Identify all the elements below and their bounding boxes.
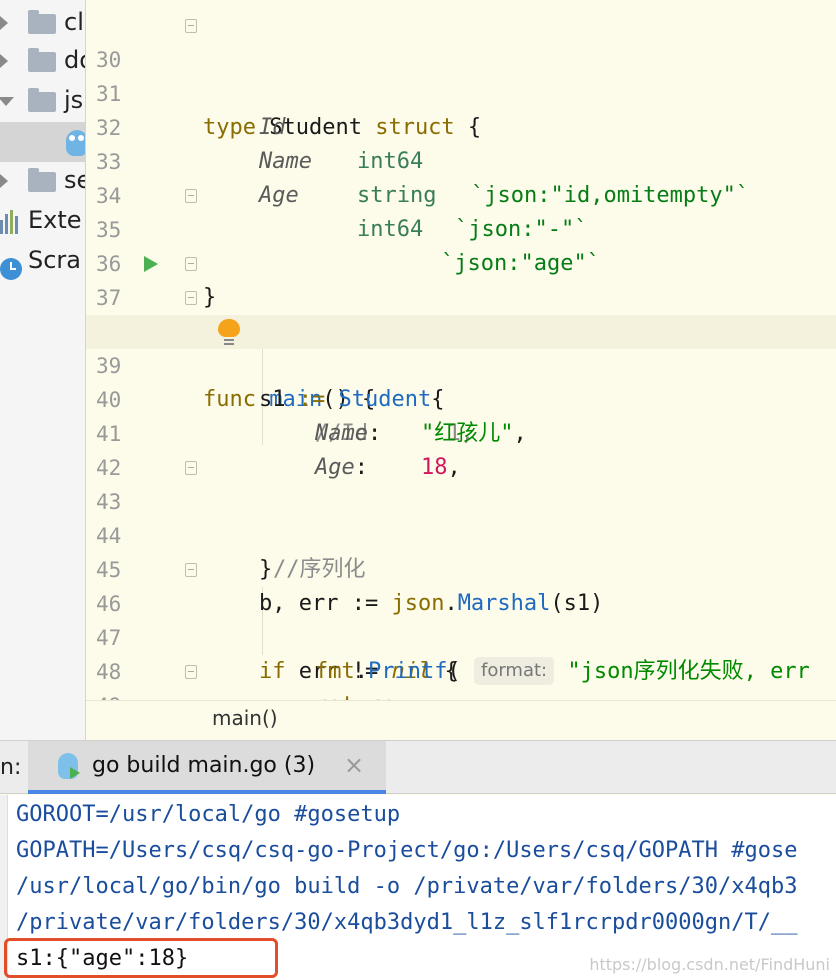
run-tab-title: go build main.go (3) [92, 753, 316, 778]
output-highlight-box [4, 938, 278, 978]
tree-item-label: cl [64, 8, 84, 36]
code-line-31[interactable]: 31 Id int64 `json:"id,omitempty"` [86, 43, 836, 208]
watermark: https://blog.csdn.net/FindHuni [589, 955, 830, 974]
code-line-32[interactable]: 32 Name string `json:"-"` [86, 77, 836, 242]
code-line-40[interactable]: 40 Name: "红孩儿", [86, 349, 836, 446]
close-icon[interactable]: × [344, 751, 364, 779]
tree-item-main-file[interactable] [0, 122, 85, 162]
tree-item-label: Exte [28, 206, 82, 234]
console-line: /usr/local/go/bin/go build -o /private/v… [16, 874, 798, 899]
collapse-arrow-icon[interactable] [0, 97, 14, 106]
code-line-38[interactable]: 38 s1 := Student{ [86, 281, 836, 412]
breadcrumb[interactable]: main() [212, 706, 278, 730]
run-tool-window-header: n: go build main.go (3) × [0, 740, 836, 794]
expand-arrow-icon[interactable] [0, 16, 8, 30]
lightbulb-icon[interactable] [218, 319, 240, 345]
tree-item-folder-2[interactable]: do [0, 42, 85, 82]
code-line-34[interactable]: 34 [86, 145, 836, 208]
code-line-35[interactable]: 35 } [86, 179, 836, 310]
code-line-47[interactable]: 47 fmt.Printf( format: "json序列化失败, err [86, 587, 836, 685]
fold-marker-icon[interactable] [185, 257, 197, 271]
tree-item-label: Scra [28, 246, 82, 274]
console-line: /private/var/folders/30/x4qb3dyd1_l1z_sl… [16, 910, 798, 935]
code-line-33[interactable]: 33 Age int64 `json:"age"` [86, 111, 836, 276]
folder-icon [28, 168, 56, 192]
fold-marker-icon[interactable] [185, 563, 197, 577]
tree-item-label: do [64, 46, 85, 74]
code-editor[interactable]: 30 type Student struct { 31 Id int64 `js… [86, 0, 836, 740]
library-icon [0, 210, 22, 234]
console-line: GOROOT=/usr/local/go #gosetup [16, 802, 401, 827]
code-line-48[interactable]: 48 return [86, 621, 836, 718]
code-line-39[interactable]: 39 //Id: 1, [86, 315, 836, 446]
run-tab[interactable]: go build main.go (3) × [28, 741, 386, 794]
tree-item-label: se [64, 166, 85, 194]
folder-icon [28, 88, 56, 112]
project-tree: cl do js se Exte Scra [0, 0, 86, 740]
tree-item-scratches[interactable]: Scra [0, 242, 85, 282]
tree-item-label: js [64, 86, 84, 114]
fold-marker-icon[interactable] [185, 19, 197, 33]
console-line: GOPATH=/Users/csq/csq-go-Project/go:/Use… [16, 838, 798, 863]
code-line-30[interactable]: 30 type Student struct { [86, 9, 836, 140]
tree-item-folder-json[interactable]: js [0, 82, 85, 122]
code-line-36[interactable]: 36 [86, 213, 836, 276]
scratch-icon [0, 258, 22, 280]
code-line-45[interactable]: 45 b, err := json.Marshal(s1) [86, 519, 836, 616]
code-line-37[interactable]: 37 func main() { [86, 247, 836, 412]
go-run-icon [58, 753, 80, 779]
code-line-44[interactable]: 44 //序列化 [86, 485, 836, 582]
fold-marker-icon[interactable] [185, 291, 197, 305]
code-line-46[interactable]: 46 if err != nil { [86, 553, 836, 684]
tree-item-folder-1[interactable]: cl [0, 4, 85, 44]
run-gutter-icon[interactable] [144, 256, 158, 272]
tree-item-external-libraries[interactable]: Exte [0, 202, 85, 242]
code-line-49[interactable]: 49 } [86, 655, 836, 718]
gopher-file-icon [66, 130, 85, 156]
run-label: n: [0, 755, 22, 780]
tree-item-folder-4[interactable]: se [0, 162, 85, 202]
expand-arrow-icon[interactable] [0, 54, 8, 68]
fold-marker-icon[interactable] [185, 665, 197, 679]
folder-icon [28, 48, 56, 72]
fold-marker-icon[interactable] [185, 461, 197, 475]
folder-icon [28, 10, 56, 34]
code-line-43[interactable]: 43 } [86, 451, 836, 582]
code-line-41[interactable]: 41 Age: 18, [86, 383, 836, 480]
fold-marker-icon[interactable] [185, 189, 197, 203]
breadcrumb-bar: main() [86, 700, 836, 740]
code-line-42[interactable]: 42 [86, 417, 836, 480]
expand-arrow-icon[interactable] [0, 174, 8, 188]
run-console[interactable]: GOROOT=/usr/local/go #gosetup GOPATH=/Us… [0, 795, 836, 980]
